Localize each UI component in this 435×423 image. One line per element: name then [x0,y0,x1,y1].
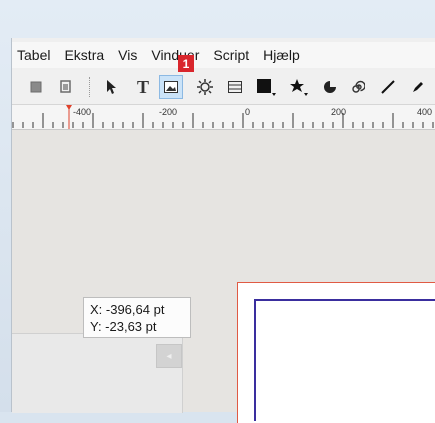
text-frame-button[interactable]: T [131,75,155,99]
spiral-icon[interactable] [346,75,370,99]
tools-toolbar: T [12,70,435,105]
star-polygon-icon[interactable] [287,75,311,99]
pen-icon[interactable] [406,75,430,99]
document-canvas[interactable]: ◂ X: -396,64 pt Y: -23,63 pt [12,130,435,423]
callout-badge: 1 [178,55,194,72]
menu-ekstra[interactable]: Ekstra [57,42,111,68]
tooltip-y-coordinate: Y: -23,63 pt [90,319,157,334]
menu-tabel[interactable]: Tabel [12,42,57,68]
shape-rectangle-icon[interactable] [254,75,278,99]
tooltip-x-coordinate: X: -396,64 pt [90,302,165,317]
table-icon[interactable] [223,75,247,99]
page-margin-guide [254,299,435,421]
arc-icon[interactable] [318,75,342,99]
application-window: Tabel Ekstra Vis Vinduer Script Hjælp T [11,38,435,423]
toolbar-separator [89,77,90,97]
ruler-label: 0 [245,107,250,117]
horizontal-ruler[interactable]: -400 -200 0 200 400 [12,105,435,130]
page-corner-handle[interactable]: ◂ [156,344,182,368]
menu-bar: Tabel Ekstra Vis Vinduer Script Hjælp [12,42,435,68]
menu-script[interactable]: Script [206,42,256,68]
ruler-label: -200 [159,107,177,117]
ruler-label: 400 [417,107,432,117]
line-icon[interactable] [376,75,400,99]
grid-square-icon[interactable] [24,75,48,99]
image-frame-icon[interactable] [159,75,183,99]
pointer-arrow-icon[interactable] [99,75,123,99]
ruler-label: -400 [73,107,91,117]
text-frame-icon: T [136,76,149,97]
copy-square-icon[interactable] [53,75,77,99]
menu-vis[interactable]: Vis [111,42,144,68]
menu-hjaelp[interactable]: Hjælp [256,42,307,68]
ruler-label: 200 [331,107,346,117]
ruler-ticks: -400 -200 0 200 400 [12,105,434,129]
render-frame-icon[interactable] [193,75,217,99]
menu-vinduer[interactable]: Vinduer [144,42,206,68]
coordinates-tooltip: X: -396,64 pt Y: -23,63 pt [83,297,191,338]
